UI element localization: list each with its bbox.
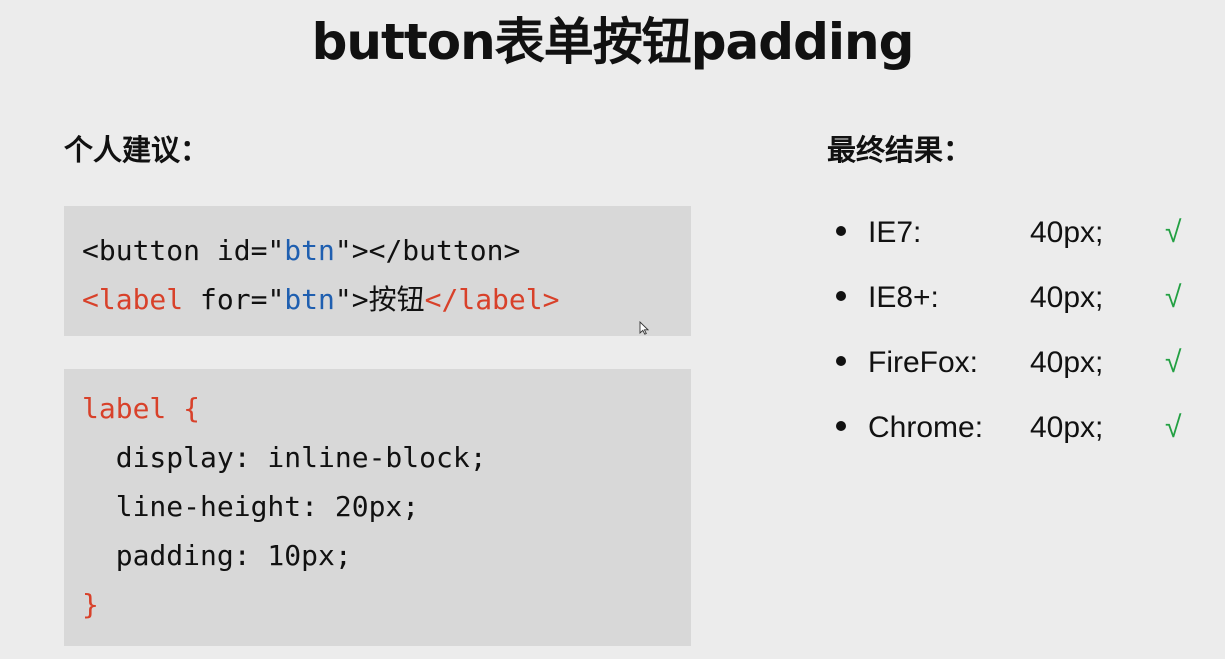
code-line-button: <button id="btn"></button> <box>82 226 691 275</box>
code-line-display: display: inline-block; <box>82 441 487 474</box>
code-line-selector: label { <box>82 392 201 425</box>
browser-name: FireFox: <box>868 346 979 379</box>
suggestion-heading: 个人建议： <box>64 133 210 167</box>
code-token: for=" <box>183 283 285 316</box>
list-item: FireFox: 40px; √ <box>832 330 1192 395</box>
html-code-block: <button id="btn"></button> <label for="b… <box>64 206 691 336</box>
code-token: "></button> <box>334 234 521 267</box>
result-value: 40px; <box>1030 411 1104 444</box>
mouse-pointer-icon <box>639 321 649 335</box>
code-line-closing-brace: } <box>82 588 99 621</box>
css-code-block: label { display: inline-block; line-heig… <box>64 369 691 646</box>
code-token-for-value: btn <box>284 283 335 316</box>
code-token-label-close: </label> <box>424 283 560 316</box>
result-value: 40px; <box>1030 216 1104 249</box>
code-token-label-text: 按钮 <box>368 283 425 316</box>
bullet-icon <box>836 421 846 431</box>
result-heading: 最终结果： <box>827 133 973 167</box>
code-token-id-value: btn <box>284 234 335 267</box>
code-line-line-height: line-height: 20px; <box>82 490 420 523</box>
bullet-icon <box>836 356 846 366</box>
bullet-icon <box>836 291 846 301</box>
result-list: IE7: 40px; √ IE8+: 40px; √ FireFox: 40px… <box>832 200 1192 460</box>
checkmark-icon: √ <box>1165 411 1182 444</box>
checkmark-icon: √ <box>1165 216 1182 249</box>
list-item: Chrome: 40px; √ <box>832 395 1192 460</box>
result-value: 40px; <box>1030 281 1104 314</box>
code-token: "> <box>334 283 369 316</box>
browser-name: IE7: <box>868 216 922 249</box>
bullet-icon <box>836 226 846 236</box>
list-item: IE7: 40px; √ <box>832 200 1192 265</box>
result-value: 40px; <box>1030 346 1104 379</box>
checkmark-icon: √ <box>1165 281 1182 314</box>
browser-name: IE8+: <box>868 281 939 314</box>
code-line-padding: padding: 10px; <box>82 539 352 572</box>
code-line-label: <label for="btn">按钮</label> <box>82 275 691 324</box>
code-token-label-tag: <label <box>82 283 184 316</box>
page-title: button表单按钮padding <box>311 13 915 71</box>
browser-name: Chrome: <box>868 411 984 444</box>
checkmark-icon: √ <box>1165 346 1182 379</box>
code-token: <button id=" <box>82 234 285 267</box>
list-item: IE8+: 40px; √ <box>832 265 1192 330</box>
